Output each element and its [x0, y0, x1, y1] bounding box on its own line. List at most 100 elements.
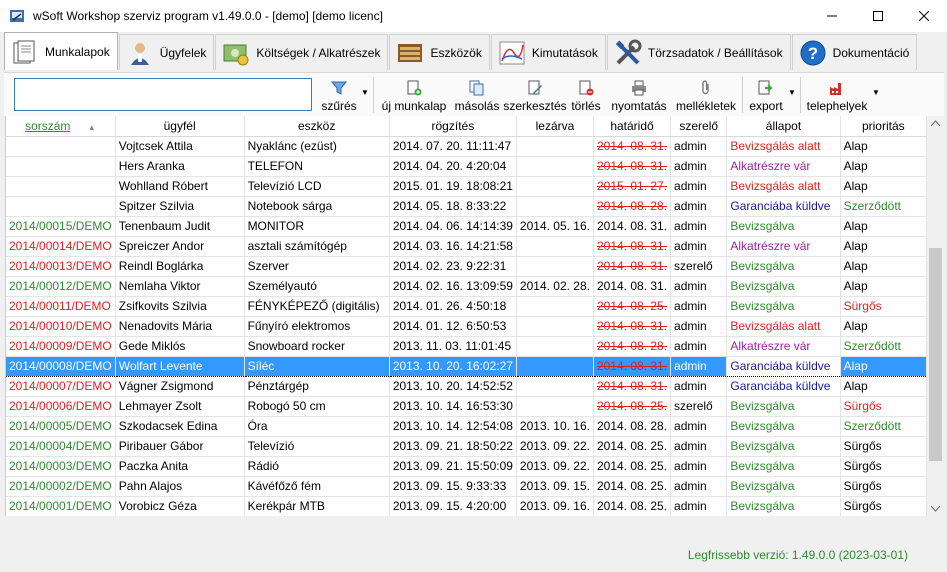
cell-id	[6, 176, 116, 197]
column-header-technician[interactable]: szerelő	[670, 116, 728, 137]
table-row[interactable]: Vojtcsek Attila Nyaklánc (ezüst) 2014. 07.…	[6, 136, 927, 157]
cell-recorded: 2014. 02. 16. 13:09:59	[389, 276, 517, 297]
cell-technician: admin	[670, 416, 728, 437]
devices-icon	[398, 43, 423, 62]
column-header-priority[interactable]: prioritás	[840, 116, 927, 137]
sort-asc-icon: ▲	[87, 122, 96, 132]
table-row[interactable]: Wohlland Róbert Televízió LCD 2015. 01. 19…	[6, 176, 927, 197]
column-header-closed[interactable]: lezárva	[516, 116, 594, 137]
table-row[interactable]: 2014/00013/DEMO Reindl Boglárka Szerver 201…	[6, 256, 927, 277]
table-row[interactable]: 2014/00002/DEMO Pahn Alajos Kávéfőző fém 20…	[6, 476, 927, 497]
worksheets-table: sorszám ▲ ügyfél eszköz rögzítés lezárva…	[5, 116, 927, 516]
cell-recorded: 2013. 11. 03. 11:01:45	[389, 336, 517, 357]
column-header-device[interactable]: eszköz	[244, 116, 390, 137]
export-dropdown-icon[interactable]: ▼	[788, 88, 796, 97]
maximize-button[interactable]	[855, 0, 901, 32]
table-row[interactable]: 2014/00008/DEMO Wolfart Levente Síléc 2013.…	[6, 355, 927, 377]
tab-label: Ügyfelek	[159, 45, 207, 60]
table-row[interactable]: 2014/00011/DEMO Zsifkovits Szilvia FÉNYKÉP…	[6, 296, 927, 317]
toolbar-separator	[742, 77, 743, 113]
table-row[interactable]: 2014/00015/DEMO Tenenbaum Judit MONITOR 201…	[6, 216, 927, 237]
export-label: export	[749, 99, 783, 113]
horizontal-scrollbar[interactable]	[5, 516, 927, 533]
table-row[interactable]: 2014/00001/DEMO Vorobicz Géza Kerékpár MTB…	[6, 496, 927, 516]
cell-client: Zsifkovits Szilvia	[115, 296, 245, 317]
cell-recorded: 2014. 01. 26. 4:50:18	[389, 296, 517, 317]
edit-icon	[528, 80, 542, 95]
new-worksheet-button[interactable]: új munkalap	[379, 77, 449, 113]
cell-recorded: 2014. 02. 23. 9:22:31	[389, 256, 517, 277]
scroll-up-icon[interactable]	[931, 120, 940, 126]
tab-devices[interactable]: Eszközök	[389, 34, 490, 70]
table-row[interactable]: 2014/00006/DEMO Lehmayer Zsolt Robogó 50 c…	[6, 396, 927, 417]
cell-client: Nenadovits Mária	[115, 316, 245, 337]
cell-client: Spreiczer Andor	[115, 236, 245, 257]
cell-closed	[516, 236, 594, 257]
cell-status: Garanciába küldve	[726, 355, 841, 377]
tab-worksheets[interactable]: Munkalapok	[4, 32, 118, 70]
chart-icon	[499, 41, 525, 64]
tab-customers[interactable]: Ügyfelek	[118, 34, 215, 70]
delete-button[interactable]: törlés	[568, 77, 604, 113]
cell-device: Fűnyíró elektromos	[244, 316, 390, 337]
cell-status: Alkatrészre vár	[726, 156, 841, 177]
table-row[interactable]: 2014/00012/DEMO Nemlaha Viktor Személyautó…	[6, 276, 927, 297]
copy-button[interactable]: másolás	[452, 77, 502, 113]
table-row[interactable]: 2014/00004/DEMO Piribauer Gábor Televízió 2…	[6, 436, 927, 457]
print-button[interactable]: nyomtatás	[607, 77, 671, 113]
column-header-status[interactable]: állapot	[726, 116, 841, 137]
scrollbar-thumb[interactable]	[929, 248, 942, 461]
column-header-deadline[interactable]: határidő	[593, 116, 672, 137]
column-header-recorded[interactable]: rögzítés	[389, 116, 517, 137]
table-row[interactable]: Hers Aranka TELEFON 2014. 04. 20. 4:20:04 2…	[6, 156, 927, 177]
minimize-button[interactable]	[809, 0, 855, 32]
cell-closed	[516, 336, 594, 357]
factory-icon	[830, 83, 841, 95]
tab-settings[interactable]: Törzsadatok / Beállítások	[606, 34, 791, 70]
cell-recorded: 2014. 07. 20. 11:11:47	[389, 136, 517, 157]
cell-priority: Alap	[840, 136, 927, 157]
column-header-client[interactable]: ügyfél	[115, 116, 245, 137]
edit-button[interactable]: szerkesztés	[503, 77, 567, 113]
table-row[interactable]: 2014/00010/DEMO Nenadovits Mária Fűnyíró e…	[6, 316, 927, 337]
cell-deadline: 2014. 08. 25.	[593, 296, 672, 317]
filter-button[interactable]: szűrés	[320, 77, 358, 113]
cell-status: Bevizsgálás alatt	[726, 136, 841, 157]
search-input[interactable]	[14, 78, 312, 111]
column-header-id[interactable]: sorszám ▲	[6, 116, 116, 137]
cell-id: 2014/00001/DEMO	[6, 496, 116, 516]
cell-deadline: 2014. 08. 25.	[593, 496, 672, 516]
table-row[interactable]: 2014/00009/DEMO Gede Miklós Snowboard rock…	[6, 336, 927, 357]
cell-priority: Sürgős	[840, 456, 927, 477]
cell-technician: admin	[670, 376, 728, 397]
cell-status: Bevizsgálás alatt	[726, 176, 841, 197]
tab-reports[interactable]: Kimutatások	[490, 34, 606, 70]
table-row[interactable]: 2014/00007/DEMO Vágner Zsigmond Pénztárgép…	[6, 376, 927, 397]
cell-device: Kerékpár MTB	[244, 496, 390, 516]
sites-button[interactable]: telephelyek	[805, 77, 869, 113]
tab-costs[interactable]: Költségek / Alkatrészek	[215, 34, 389, 70]
tab-documentation[interactable]: ? Dokumentáció	[791, 34, 918, 70]
table-header: sorszám ▲ ügyfél eszköz rögzítés lezárva…	[6, 116, 927, 137]
table-row[interactable]: 2014/00005/DEMO Szkodacsek Edina Óra 2013. …	[6, 416, 927, 437]
cell-client: Vágner Zsigmond	[115, 376, 245, 397]
vertical-scrollbar[interactable]	[927, 116, 944, 516]
cell-id: 2014/00011/DEMO	[6, 296, 116, 317]
table-row[interactable]: 2014/00014/DEMO Spreiczer Andor asztali sz…	[6, 236, 927, 257]
tab-label: Dokumentáció	[832, 45, 910, 60]
scroll-down-icon[interactable]	[931, 506, 940, 512]
cell-closed: 2013. 10. 16.	[516, 416, 594, 437]
cell-client: Tenenbaum Judit	[115, 216, 245, 237]
table-row[interactable]: Spitzer Szilvia Notebook sárga 2014. 05. 1…	[6, 196, 927, 217]
sites-dropdown-icon[interactable]: ▼	[872, 88, 880, 97]
cell-client: Vorobicz Géza	[115, 496, 245, 516]
attachments-button[interactable]: mellékletek	[673, 77, 739, 113]
table-row[interactable]: 2014/00003/DEMO Paczka Anita Rádió 2013. 09…	[6, 456, 927, 477]
filter-dropdown-icon[interactable]: ▼	[361, 88, 369, 97]
cell-status: Bevizsgálva	[726, 396, 841, 417]
cell-deadline: 2014. 08. 31.	[593, 376, 672, 397]
export-button[interactable]: export	[747, 77, 785, 113]
tab-label: Eszközök	[430, 45, 482, 60]
paperclip-icon	[702, 80, 709, 95]
close-button[interactable]	[901, 0, 947, 32]
